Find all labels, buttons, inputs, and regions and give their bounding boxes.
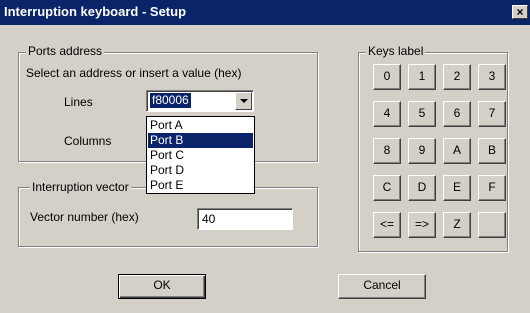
lines-combobox[interactable]: f80006 [146,90,254,112]
key-button[interactable]: <= [373,212,401,238]
interruption-vector-legend: Interruption vector [30,180,131,194]
vector-number-label: Vector number (hex) [30,210,139,224]
dropdown-option-selected[interactable]: Port B [148,133,253,148]
vector-number-value: 40 [202,212,216,226]
dropdown-option[interactable]: Port D [148,163,253,178]
key-button[interactable]: E [443,175,471,201]
key-button-empty[interactable] [478,212,506,238]
key-button[interactable]: 4 [373,101,401,127]
key-button[interactable]: 8 [373,138,401,164]
port-dropdown-list[interactable]: Port A Port B Port C Port D Port E [146,116,255,194]
key-button[interactable]: => [408,212,436,238]
key-button[interactable]: 1 [408,64,436,90]
ports-instruction: Select an address or insert a value (hex… [26,66,242,80]
dropdown-option[interactable]: Port A [148,118,253,133]
vector-number-input[interactable]: 40 [197,208,293,230]
dropdown-option[interactable]: Port C [148,148,253,163]
key-button[interactable]: Z [443,212,471,238]
title-bar: Interruption keyboard - Setup × [0,0,530,25]
key-button[interactable]: 5 [408,101,436,127]
key-button[interactable]: 7 [478,101,506,127]
keys-label-legend: Keys label [366,44,426,58]
lines-label: Lines [64,95,93,109]
lines-value: f80006 [150,93,191,108]
window-title: Interruption keyboard - Setup [4,4,187,19]
key-button[interactable]: 2 [443,64,471,90]
ports-address-legend: Ports address [26,44,105,58]
close-button[interactable]: × [512,5,528,19]
key-button[interactable]: 3 [478,64,506,90]
dropdown-option[interactable]: Port E [148,178,253,193]
cancel-button[interactable]: Cancel [338,274,426,299]
chevron-down-icon[interactable] [235,92,252,110]
ok-button[interactable]: OK [118,274,206,299]
key-button[interactable]: 9 [408,138,436,164]
key-button[interactable]: C [373,175,401,201]
columns-label: Columns [64,134,112,148]
key-button[interactable]: 0 [373,64,401,90]
key-button[interactable]: A [443,138,471,164]
key-button[interactable]: B [478,138,506,164]
key-button[interactable]: D [408,175,436,201]
key-button[interactable]: F [478,175,506,201]
key-button[interactable]: 6 [443,101,471,127]
